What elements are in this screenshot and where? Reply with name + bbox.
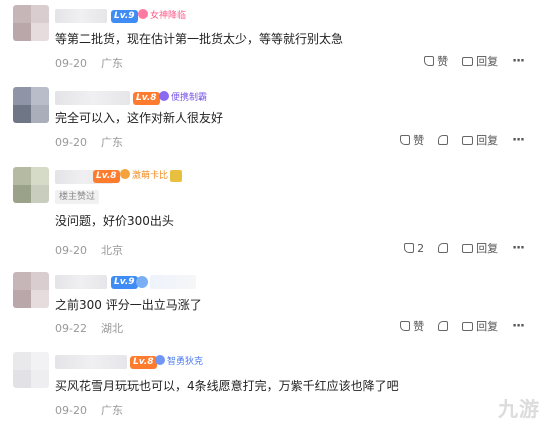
reply-button[interactable]: 回复: [462, 240, 498, 256]
avatar[interactable]: [13, 5, 49, 41]
comment-actions: 赞 回复 ···: [424, 53, 525, 69]
thumbs-down-icon: [438, 243, 449, 253]
comment-item: Lv.8 智勇狄克 买风花雪月玩玩也可以，4条线愿意打完，万紫千红应该也降了吧 …: [0, 346, 550, 424]
reply-icon: [462, 321, 474, 331]
comment-date: 09-20: [55, 244, 87, 257]
badge-icon: [155, 355, 165, 365]
thumbs-up-icon: [404, 243, 415, 253]
reply-button[interactable]: 回复: [462, 132, 498, 148]
like-button[interactable]: 赞: [400, 132, 424, 148]
avatar[interactable]: [13, 167, 49, 203]
avatar[interactable]: [13, 272, 49, 308]
username[interactable]: [55, 91, 130, 105]
comment-actions: 2 回复 ···: [404, 240, 525, 256]
more-button[interactable]: ···: [512, 241, 525, 256]
fan-badge: 女神降临: [136, 9, 189, 23]
comment-location: 湖北: [100, 322, 123, 335]
reply-icon: [462, 243, 474, 253]
comment-text: 买风花雪月玩玩也可以，4条线愿意打完，万紫千红应该也降了吧: [55, 379, 399, 393]
fan-badge-label: 激萌卡比: [132, 171, 169, 181]
badge-icon: [120, 169, 130, 179]
comment-item: Lv.9 女神降临 等第二批货，现在估计第一批货太少，等等就行别太急 09-20…: [0, 0, 550, 82]
comment-actions: 赞 回复 ···: [400, 132, 525, 148]
username[interactable]: [55, 9, 107, 23]
comment-location: 广东: [100, 57, 123, 70]
reply-label: 回复: [476, 55, 499, 68]
badge-blur: [150, 275, 196, 289]
avatar[interactable]: [13, 352, 49, 388]
reply-icon: [462, 135, 474, 145]
watermark-logo: 九游: [498, 397, 540, 421]
fan-badge: 激萌卡比: [118, 169, 171, 183]
badge-icon: [138, 9, 148, 19]
like-button[interactable]: 赞: [424, 53, 448, 69]
thumbs-down-icon: [438, 135, 449, 145]
more-button[interactable]: ···: [512, 54, 525, 69]
fan-badge: 便携制霸: [157, 91, 210, 105]
comment-text: 等第二批货，现在估计第一批货太少，等等就行别太急: [55, 32, 344, 46]
username[interactable]: [55, 275, 107, 289]
thumbs-up-icon: [400, 321, 411, 331]
avatar[interactable]: [13, 87, 49, 123]
username[interactable]: [55, 355, 127, 369]
comment-text: 完全可以入，这作对新人很友好: [55, 111, 224, 125]
reply-icon: [462, 56, 474, 66]
dislike-button[interactable]: [438, 135, 449, 145]
like-label: 赞: [437, 55, 449, 68]
level-badge: Lv.9: [111, 276, 138, 289]
reply-label: 回复: [476, 320, 499, 333]
reply-button[interactable]: 回复: [462, 318, 498, 334]
like-label: 赞: [413, 134, 425, 147]
comment-meta: 09-20 北京: [55, 242, 137, 258]
comment-item: Lv.8 便携制霸 完全可以入，这作对新人很友好 09-20 广东 赞 回复 ··…: [0, 82, 550, 162]
fan-badge-label: 便携制霸: [171, 93, 208, 103]
medal-icon: [170, 170, 182, 182]
diamond-icon: [136, 276, 148, 288]
more-button[interactable]: ···: [512, 133, 525, 148]
comment-actions: 赞 回复 ···: [400, 318, 525, 334]
level-badge: Lv.9: [111, 10, 138, 23]
level-badge: Lv.8: [133, 92, 160, 105]
comment-meta: 09-20 广东: [55, 402, 137, 418]
comment-location: 广东: [100, 136, 123, 149]
comment-date: 09-22: [55, 322, 87, 335]
fan-badge-label: 女神降临: [150, 11, 187, 21]
like-button[interactable]: 赞: [400, 318, 424, 334]
comment-date: 09-20: [55, 404, 87, 417]
more-button[interactable]: ···: [512, 319, 525, 334]
like-count: 2: [417, 241, 425, 255]
comment-text: 之前300 评分一出立马涨了: [55, 298, 202, 312]
thumbs-up-icon: [400, 135, 411, 145]
comment-location: 北京: [100, 244, 123, 257]
comment-item: Lv.9 之前300 评分一出立马涨了 09-22 湖北 赞 回复 ···: [0, 262, 550, 346]
comment-date: 09-20: [55, 136, 87, 149]
reply-button[interactable]: 回复: [462, 53, 498, 69]
fan-badge: 智勇狄克: [153, 355, 206, 369]
level-badge: Lv.8: [93, 170, 120, 183]
comment-meta: 09-20 广东: [55, 134, 137, 150]
like-label: 赞: [413, 320, 425, 333]
dislike-button[interactable]: [438, 321, 449, 331]
comment-meta: 09-20 广东: [55, 55, 137, 71]
like-button[interactable]: 2: [404, 242, 424, 255]
reply-label: 回复: [476, 242, 499, 255]
comment-item: Lv.8 激萌卡比 楼主赞过 没问题，好价300出头 09-20 北京 2 回复 …: [0, 162, 550, 262]
dislike-button[interactable]: [438, 243, 449, 253]
comment-text: 没问题，好价300出头: [55, 214, 174, 228]
comment-date: 09-20: [55, 57, 87, 70]
reply-label: 回复: [476, 134, 499, 147]
thumbs-up-icon: [424, 56, 435, 66]
thumbs-down-icon: [438, 321, 449, 331]
op-liked-tag: 楼主赞过: [55, 190, 100, 204]
comment-meta: 09-22 湖北: [55, 320, 137, 336]
comment-location: 广东: [100, 404, 123, 417]
badge-icon: [159, 91, 169, 101]
fan-badge-label: 智勇狄克: [167, 357, 204, 367]
